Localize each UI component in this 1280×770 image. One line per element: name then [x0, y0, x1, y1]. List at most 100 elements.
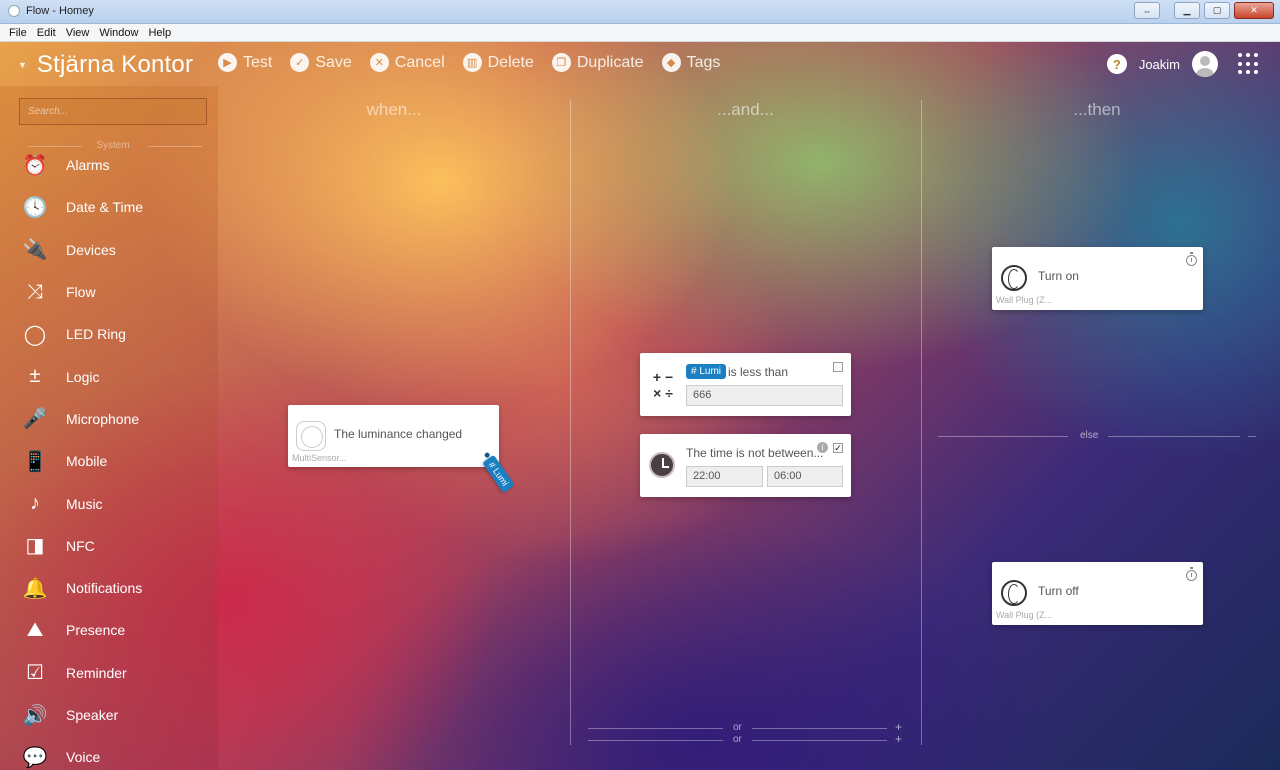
or-divider: [588, 728, 723, 729]
stopwatch-icon[interactable]: [1186, 567, 1197, 581]
invert-checkbox[interactable]: [833, 362, 843, 372]
window-title: Flow - Homey: [26, 5, 94, 17]
then-card-turn-off[interactable]: Turn off Wall Plug (Z...: [992, 562, 1203, 625]
username[interactable]: Joakim: [1139, 57, 1180, 72]
delete-button[interactable]: ▥ Delete: [462, 53, 534, 72]
column-when-heading: when...: [366, 100, 422, 119]
clock-icon: [649, 452, 675, 478]
column-then-heading: ...then: [1073, 100, 1121, 119]
wall-plug-icon: [1001, 265, 1027, 291]
sidebar-item-mobile[interactable]: 📱 Mobile: [0, 440, 218, 482]
microphone-icon: 🎤: [22, 408, 48, 431]
then-card-turn-on[interactable]: Turn on Wall Plug (Z...: [992, 247, 1203, 310]
luminance-tag[interactable]: # Lumi: [686, 364, 727, 379]
or-label: or: [733, 734, 742, 745]
sidebar-item-label: Voice: [66, 749, 101, 766]
sidebar-item-nfc[interactable]: ◨ NFC: [0, 525, 218, 567]
menu-window[interactable]: Window: [94, 27, 143, 39]
trash-icon: ▥: [462, 53, 482, 72]
cancel-icon: ✕: [369, 53, 389, 72]
restore-size-icon[interactable]: ⇔: [1134, 2, 1160, 19]
then-card-off-device: Wall Plug (Z...: [996, 610, 1053, 620]
sidebar-item-devices[interactable]: 🔌 Devices: [0, 229, 218, 271]
sidebar-item-presence[interactable]: ⛰ Presence: [0, 609, 218, 651]
duplicate-label: Duplicate: [576, 53, 644, 71]
time-to-input[interactable]: 06:00: [767, 466, 843, 487]
bell-icon: 🔔: [22, 577, 48, 600]
sidebar-item-label: Music: [66, 495, 103, 512]
sidebar-item-music[interactable]: ♪ Music: [0, 482, 218, 524]
column-and-heading: ...and...: [717, 100, 774, 119]
sidebar-item-reminder[interactable]: ☑ Reminder: [0, 652, 218, 694]
close-button[interactable]: ✕: [1234, 2, 1274, 19]
flow-title[interactable]: Stjärna Kontor: [37, 51, 193, 79]
nfc-icon: ◨: [25, 535, 45, 558]
sidebar-item-speaker[interactable]: 🔊 Speaker: [0, 694, 218, 736]
apps-grid-icon[interactable]: [1238, 53, 1260, 75]
sidebar-item-flow[interactable]: ⤨ Flow: [0, 271, 218, 313]
tags-label: Tags: [686, 53, 721, 71]
sidebar-item-voice[interactable]: 💬 Voice: [0, 736, 218, 770]
menu-edit[interactable]: Edit: [32, 27, 61, 39]
sidebar-item-label: LED Ring: [66, 326, 126, 343]
menu-view[interactable]: View: [61, 27, 95, 39]
music-note-icon: ♪: [30, 492, 40, 515]
sidebar-item-logic[interactable]: ± Logic: [0, 355, 218, 397]
tag-icon: ◆: [661, 53, 681, 72]
time-from-input[interactable]: 22:00: [686, 466, 763, 487]
voice-icon: 💬: [22, 746, 48, 769]
multisensor-icon: [296, 421, 326, 451]
sidebar-item-label: Alarms: [66, 157, 110, 174]
time-condition-text: The time is not between...: [686, 446, 824, 460]
invert-checkbox-checked[interactable]: ✓: [833, 443, 843, 453]
test-label: Test: [243, 53, 273, 71]
cancel-label: Cancel: [394, 53, 445, 71]
maximize-button[interactable]: ▢: [1204, 2, 1230, 19]
when-card-luminance[interactable]: The luminance changed MultiSensor...: [288, 405, 499, 467]
then-card-on-title: Turn on: [1038, 269, 1079, 283]
stopwatch-icon[interactable]: [1186, 252, 1197, 266]
sidebar-item-notifications[interactable]: 🔔 Notifications: [0, 567, 218, 609]
or-divider: [588, 740, 723, 741]
app-area: ▼ Stjärna Kontor ▶ Test ✓ Save ✕ Cancel ▥ De…: [0, 42, 1280, 770]
toolbar: ▼ Stjärna Kontor ▶ Test ✓ Save ✕ Cancel ▥ De…: [0, 42, 1280, 86]
test-button[interactable]: ▶ Test: [218, 53, 272, 72]
duplicate-icon: ❐: [551, 53, 571, 72]
check-icon: ✓: [290, 53, 310, 72]
and-card-time[interactable]: The time is not between... i ✓ 22:00 06:…: [640, 434, 851, 497]
and-card-logic[interactable]: + − × ÷ # Lumi is less than 666: [640, 353, 851, 416]
sidebar-nav: ⏰ Alarms 🕓 Date & Time 🔌 Devices ⤨ Flow ◯ LED Rin…: [0, 144, 218, 770]
presence-icon: ⛰: [26, 618, 44, 641]
logic-math-icon: + − × ÷: [652, 369, 674, 401]
avatar[interactable]: [1192, 51, 1218, 77]
menu-help[interactable]: Help: [143, 27, 176, 39]
sidebar-item-label: Logic: [66, 368, 100, 385]
then-card-on-device: Wall Plug (Z...: [996, 295, 1053, 305]
when-card-device: MultiSensor...: [292, 453, 347, 463]
column-divider: [921, 100, 922, 745]
duplicate-button[interactable]: ❐ Duplicate: [551, 53, 644, 72]
help-icon[interactable]: ?: [1106, 54, 1127, 74]
logic-value-input[interactable]: 666: [686, 385, 843, 406]
add-condition-plus-icon[interactable]: +: [895, 732, 902, 746]
play-icon: ▶: [218, 53, 237, 72]
search-input[interactable]: Search...: [19, 98, 207, 125]
save-button[interactable]: ✓ Save: [290, 53, 352, 72]
or-divider: [752, 728, 887, 729]
sidebar-item-date-time[interactable]: 🕓 Date & Time: [0, 186, 218, 228]
menu-file[interactable]: File: [4, 27, 32, 39]
sidebar: Search... System ⏰ Alarms 🕓 Date & Time 🔌 Dev…: [0, 86, 218, 770]
cancel-button[interactable]: ✕ Cancel: [369, 53, 445, 72]
sidebar-item-microphone[interactable]: 🎤 Microphone: [0, 398, 218, 440]
flow-icon: ⤨: [27, 280, 43, 303]
tags-button[interactable]: ◆ Tags: [661, 53, 721, 72]
flow-menu-caret-icon[interactable]: ▼: [18, 60, 27, 70]
minimize-button[interactable]: ▁: [1174, 2, 1200, 19]
info-icon[interactable]: i: [817, 442, 828, 453]
menu-bar: File Edit View Window Help: [0, 24, 1280, 42]
reminder-icon: ☑: [26, 662, 44, 685]
column-divider: [570, 100, 571, 745]
sidebar-item-alarms[interactable]: ⏰ Alarms: [0, 144, 218, 186]
speaker-icon: 🔊: [22, 704, 48, 727]
sidebar-item-led-ring[interactable]: ◯ LED Ring: [0, 313, 218, 355]
